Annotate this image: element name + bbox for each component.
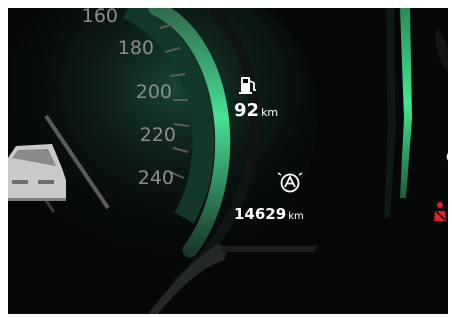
seatbelt-warning-icon <box>434 202 446 221</box>
odometer-unit: km <box>288 211 304 222</box>
lower-bezel-ledge <box>222 246 318 252</box>
odometer-readout: 14629 km <box>234 205 304 223</box>
fuel-range-value: 92 <box>234 100 260 121</box>
tick-label-160: 160 <box>82 8 118 27</box>
tick-label-220: 220 <box>140 124 176 146</box>
tick-label-240: 240 <box>138 167 174 189</box>
speedometer-gauge: 160 180 200 220 240 <box>8 8 448 314</box>
odometer-value: 14629 <box>234 205 287 223</box>
screenshot-frame: 160 180 200 220 240 92 km 14629 km <box>0 0 452 318</box>
right-panel-detail <box>435 28 448 72</box>
fuel-range-unit: km <box>261 106 279 119</box>
side-dark-strip <box>384 8 396 218</box>
edge-partial-text: C <box>446 150 448 166</box>
tick-label-200: 200 <box>136 81 172 103</box>
tick-label-180: 180 <box>118 37 154 59</box>
side-glow-strip <box>400 8 412 198</box>
instrument-cluster: 160 180 200 220 240 92 km 14629 km <box>8 8 448 314</box>
fuel-range-readout: 92 km <box>234 100 278 121</box>
